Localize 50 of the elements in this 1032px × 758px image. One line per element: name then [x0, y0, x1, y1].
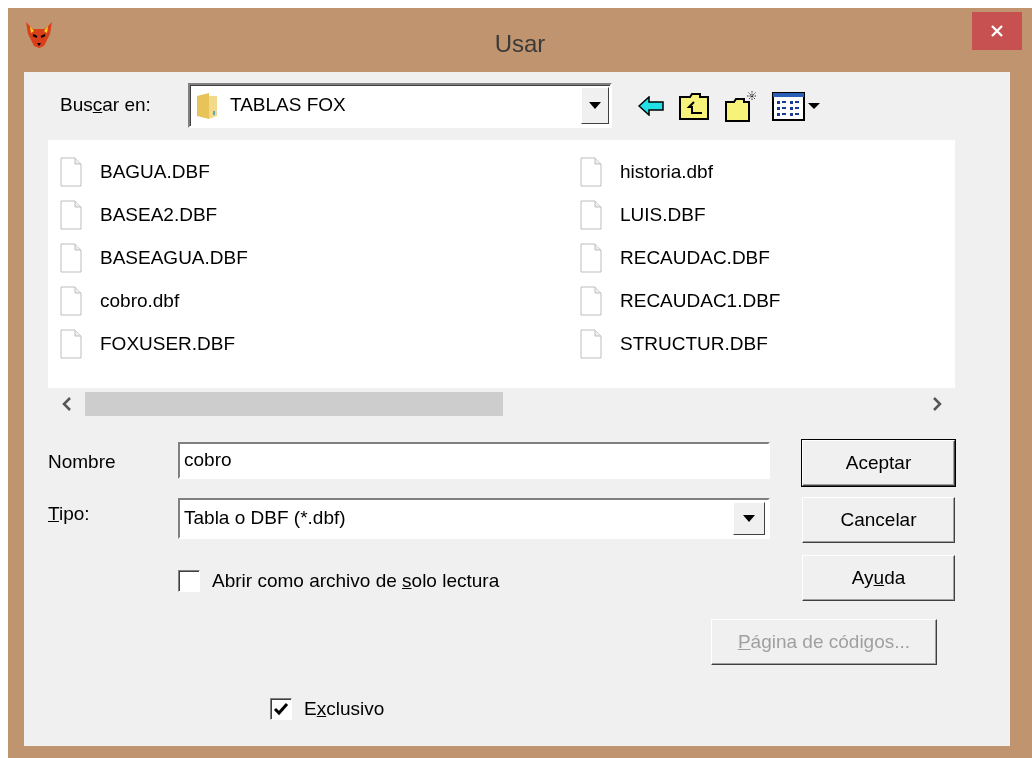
view-menu-button[interactable] [772, 90, 822, 121]
file-icon [580, 157, 602, 187]
look-in-label: Buscar en: [59, 93, 152, 118]
caret-icon [589, 102, 601, 109]
file-name[interactable]: RECAUDAC.DBF [620, 243, 770, 273]
file-icon [580, 243, 602, 273]
dropdown-button[interactable] [733, 502, 765, 535]
file-name[interactable]: FOXUSER.DBF [100, 329, 236, 359]
file-name[interactable]: BAGUA.DBF [100, 157, 210, 187]
file-name[interactable]: STRUCTUR.DBF [620, 329, 768, 359]
file-icon [60, 329, 82, 359]
caret-icon [743, 515, 755, 522]
cancel-button[interactable]: Cancelar [802, 497, 955, 543]
up-folder-button[interactable] [678, 91, 710, 120]
window-title: Usar [494, 30, 546, 57]
file-name[interactable]: BASEAGUA.DBF [100, 243, 248, 273]
scrollbar-thumb[interactable] [85, 392, 503, 416]
folder-icon [196, 91, 218, 120]
file-icon [580, 286, 602, 316]
look-in-dropdown[interactable]: TABLAS FOX [188, 83, 612, 128]
scroll-left-icon[interactable] [61, 397, 72, 411]
name-field[interactable]: cobro [178, 442, 770, 479]
file-icon [60, 286, 82, 316]
dropdown-button[interactable] [581, 87, 609, 124]
file-name[interactable]: RECAUDAC1.DBF [620, 286, 781, 316]
folder-name: TABLAS FOX [230, 93, 346, 118]
read-only-label: Abrir como archivo de solo lectura [212, 569, 500, 593]
file-icon [60, 243, 82, 273]
file-icon [580, 329, 602, 359]
close-button[interactable] [972, 12, 1022, 50]
exclusive-checkbox[interactable] [270, 698, 292, 721]
file-name[interactable]: LUIS.DBF [620, 200, 706, 230]
close-icon [989, 23, 1005, 39]
new-folder-button[interactable] [724, 89, 758, 122]
file-icon [60, 157, 82, 187]
accept-button[interactable]: Aceptar [802, 440, 955, 486]
type-dropdown[interactable]: Tabla o DBF (*.dbf) [178, 498, 770, 539]
fox-head-icon [24, 20, 54, 50]
file-name[interactable]: cobro.dbf [100, 286, 180, 316]
file-name[interactable]: BASEA2.DBF [100, 200, 218, 230]
help-button[interactable]: Ayuda [802, 555, 955, 601]
name-label: Nombre [48, 450, 116, 475]
exclusive-label: Exclusivo [304, 697, 385, 721]
type-label: Tipo: [48, 502, 90, 526]
scroll-right-icon[interactable] [931, 397, 942, 411]
file-icon [60, 200, 82, 230]
file-name[interactable]: historia.dbf [620, 157, 713, 187]
back-button[interactable] [638, 95, 664, 116]
read-only-checkbox[interactable] [178, 570, 200, 593]
file-icon [580, 200, 602, 230]
